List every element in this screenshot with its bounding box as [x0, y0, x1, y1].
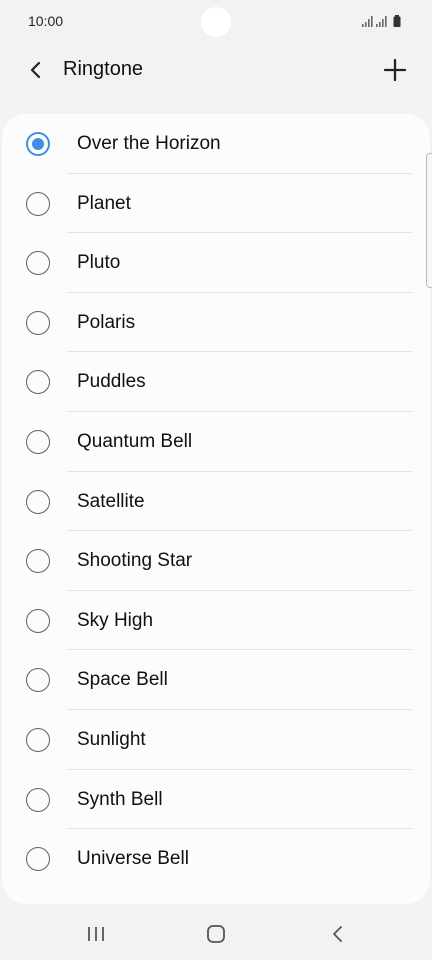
ringtone-label: Space Bell [77, 669, 168, 691]
app-header: Ringtone [0, 44, 432, 96]
ringtone-item[interactable]: Sky High [2, 591, 430, 651]
radio-unselected-icon[interactable] [26, 727, 50, 752]
ringtone-item[interactable]: Universe Bell [2, 829, 430, 889]
signal-icon [362, 15, 401, 27]
radio-unselected-icon[interactable] [26, 429, 50, 454]
radio-unselected-icon[interactable] [26, 549, 50, 574]
home-button[interactable] [196, 920, 236, 948]
ringtone-item[interactable]: Puddles [2, 352, 430, 412]
radio-unselected-icon[interactable] [26, 787, 50, 812]
home-icon [207, 925, 225, 943]
ringtone-label: Over the Horizon [77, 133, 221, 154]
radio-unselected-icon[interactable] [26, 847, 50, 872]
screen: 10:00 Ringtone Over the Horizon Planet P… [0, 0, 432, 960]
status-icons [362, 14, 406, 28]
radio-unselected-icon[interactable] [26, 668, 50, 693]
scrollbar[interactable] [426, 153, 432, 288]
radio-unselected-icon[interactable] [26, 310, 50, 335]
ringtone-label: Polaris [77, 311, 136, 333]
status-time: 10:00 [28, 13, 64, 29]
ringtone-item[interactable]: Sunlight [2, 710, 430, 770]
ringtone-item[interactable]: Space Bell [2, 650, 430, 710]
ringtone-item[interactable]: Planet [2, 174, 430, 234]
radio-unselected-icon[interactable] [26, 489, 50, 514]
ringtone-label: Shooting Star [77, 550, 193, 572]
back-button[interactable] [20, 54, 52, 86]
ringtone-item[interactable]: Synth Bell [2, 770, 430, 830]
radio-unselected-icon[interactable] [26, 251, 50, 276]
ringtone-label: Puddles [77, 371, 146, 393]
ringtone-item[interactable]: Polaris [2, 293, 430, 353]
back-arrow-icon [30, 61, 41, 79]
ringtone-label: Quantum Bell [77, 430, 193, 452]
ringtone-item[interactable]: Shooting Star [2, 531, 430, 591]
ringtone-item[interactable]: Pluto [2, 233, 430, 293]
navigation-bar [0, 908, 432, 960]
ringtone-label: Planet [77, 192, 131, 214]
page-title: Ringtone [63, 58, 144, 80]
ringtone-item[interactable]: Over the Horizon [2, 114, 430, 174]
ringtone-list: Over the Horizon Planet Pluto Polaris Puddle… [2, 114, 430, 904]
nav-back-icon [333, 926, 342, 942]
recent-apps-button[interactable] [76, 920, 116, 948]
ringtone-label: Synth Bell [77, 788, 163, 810]
nav-back-button[interactable] [318, 920, 358, 948]
ringtone-item[interactable]: Quantum Bell [2, 412, 430, 472]
radio-selected-icon[interactable] [26, 132, 50, 156]
camera-cutout [201, 7, 231, 37]
ringtone-label: Sunlight [77, 728, 146, 750]
radio-unselected-icon[interactable] [26, 370, 50, 395]
ringtone-label: Pluto [77, 252, 121, 274]
radio-unselected-icon[interactable] [26, 608, 50, 633]
ringtone-label: Sky High [77, 609, 154, 631]
add-ringtone-button[interactable] [378, 53, 412, 87]
status-bar: 10:00 [0, 0, 432, 44]
ringtone-item[interactable]: Satellite [2, 472, 430, 532]
recent-apps-icon [88, 927, 104, 941]
radio-unselected-icon[interactable] [26, 191, 50, 216]
ringtone-label: Satellite [77, 490, 145, 512]
ringtone-label: Universe Bell [77, 848, 189, 870]
plus-icon [383, 58, 407, 82]
